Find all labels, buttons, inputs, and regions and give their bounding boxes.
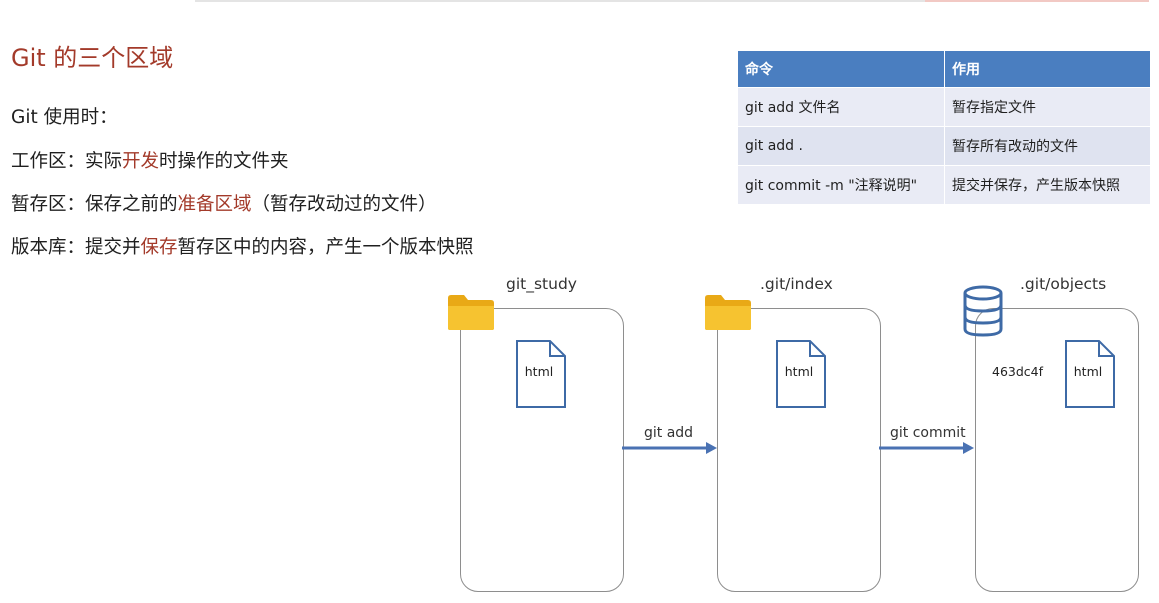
command-cell: git add . [738, 126, 945, 166]
command-cell: git commit -m "注释说明" [738, 165, 945, 204]
staging-line: 暂存区：保存之前的准备区域（暂存改动过的文件） [11, 190, 437, 216]
top-rule-accent [925, 0, 1149, 2]
html-file-icon: html [776, 340, 826, 408]
staging-label: .git/index [760, 275, 833, 293]
purpose-cell: 暂存指定文件 [944, 87, 1151, 127]
git-commit-label: git commit [890, 425, 966, 441]
database-icon [963, 285, 1003, 337]
purpose-cell: 提交并保存，产生版本快照 [944, 165, 1151, 204]
table-row: git add . 暂存所有改动的文件 [738, 126, 1151, 166]
command-table: 命令 作用 git add 文件名 暂存指定文件 git add . 暂存所有改… [738, 51, 1151, 204]
purpose-cell: 暂存所有改动的文件 [944, 126, 1151, 166]
staging-highlight: 准备区域 [177, 194, 252, 215]
repository-line: 版本库：提交并保存暂存区中的内容，产生一个版本快照 [11, 233, 474, 259]
header-command: 命令 [738, 51, 945, 88]
workspace-text: 工作区：实际 [11, 151, 123, 172]
table-row: git add 文件名 暂存指定文件 [738, 87, 1151, 127]
repository-label: .git/objects [1020, 275, 1107, 293]
file-label: html [784, 364, 814, 379]
table-header-row: 命令 作用 [738, 51, 1151, 88]
file-label: html [524, 364, 554, 379]
repository-text-rest: 暂存区中的内容，产生一个版本快照 [177, 237, 474, 258]
intro-line: Git 使用时： [11, 103, 118, 129]
workspace-label: git_study [506, 275, 577, 293]
staging-text-rest: （暂存改动过的文件） [251, 194, 437, 215]
html-file-icon: html [1065, 340, 1115, 408]
intro-text: Git 使用时： [11, 107, 118, 128]
repository-highlight: 保存 [140, 237, 178, 258]
repository-text: 版本库：提交并 [11, 237, 141, 258]
file-label: html [1073, 364, 1103, 379]
git-add-label: git add [644, 425, 694, 441]
slide-title: Git 的三个区域 [11, 44, 174, 72]
header-purpose: 作用 [944, 51, 1151, 88]
workspace-text-rest: 时操作的文件夹 [159, 151, 289, 172]
folder-icon [705, 295, 751, 330]
workspace-line: 工作区：实际开发时操作的文件夹 [11, 147, 289, 173]
staging-text: 暂存区：保存之前的 [11, 194, 178, 215]
folder-icon [448, 295, 494, 330]
git-commit-arrow [879, 442, 974, 454]
workspace-highlight: 开发 [122, 151, 160, 172]
commit-hash: 463dc4f [992, 364, 1044, 379]
command-cell: git add 文件名 [738, 87, 945, 127]
git-add-arrow [622, 442, 717, 454]
html-file-icon: html [516, 340, 566, 408]
table-row: git commit -m "注释说明" 提交并保存，产生版本快照 [738, 165, 1151, 204]
